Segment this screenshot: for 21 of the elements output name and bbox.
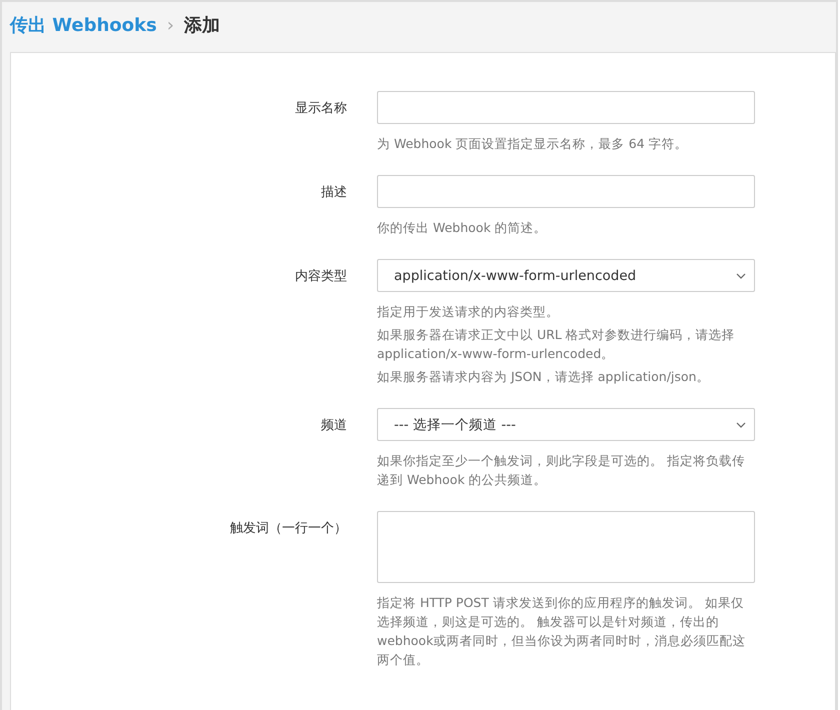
help-text: 为 Webhook 页面设置指定显示名称，最多 64 字符。 <box>377 135 689 153</box>
chevron-down-icon <box>736 272 746 278</box>
select-field[interactable]: --- 选择一个频道 --- <box>377 408 755 441</box>
field-label: 触发词（一行一个） <box>229 520 347 538</box>
help-text: 如果服务器请求内容为 JSON，请选择 application/json。 <box>377 368 710 386</box>
input-field[interactable] <box>377 175 755 208</box>
help-text: 如果服务器在请求正文中以 URL 格式对参数进行编码，请选择 application/x-www-form-urlencoded。 <box>377 326 736 363</box>
field-label: 内容类型 <box>294 268 347 286</box>
select-field[interactable]: application/x-www-form-urlencoded <box>377 259 755 292</box>
text-area[interactable] <box>377 511 755 583</box>
help-text: 如果你指定至少一个触发词，则此字段是可选的。 指定将负载传递到 Webhook 的公共频道。 <box>377 452 746 489</box>
help-text: 你的传出 Webhook 的简述。 <box>377 219 548 237</box>
input-field[interactable] <box>377 91 755 124</box>
help-text: 指定将 HTTP POST 请求发送到你的应用程序的触发词。 如果仅选择频道，则这是可选的。 触发器可以是针对频道，传出的 webhook或两者同时，但当你设为两者同时时，消息必须匹配这两个值。 <box>377 594 746 669</box>
page-title: 添加 <box>184 14 220 37</box>
chevron-down-icon <box>736 422 746 428</box>
field-label: 显示名称 <box>294 100 347 118</box>
field-label: 描述 <box>320 184 347 202</box>
field-label: 频道 <box>320 417 347 435</box>
breadcrumb-separator: › <box>166 14 174 36</box>
help-text: 指定用于发送请求的内容类型。 <box>377 303 560 321</box>
